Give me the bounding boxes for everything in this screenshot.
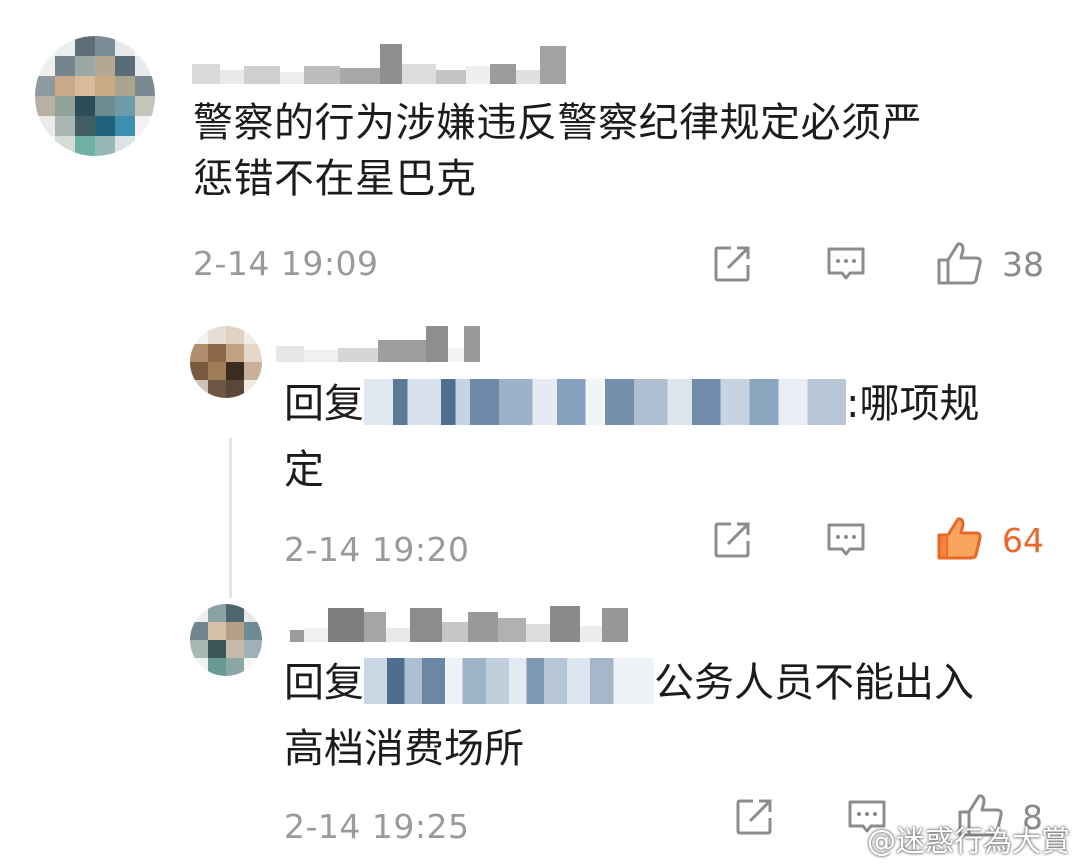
comment-icon[interactable] <box>825 243 867 285</box>
avatar[interactable] <box>190 604 262 676</box>
watermark: @迷惑行為大賞 <box>827 818 1070 860</box>
reply-prefix: 回复 <box>284 660 364 706</box>
like-count: 64 <box>1002 521 1044 560</box>
reply-thread-line <box>229 438 232 598</box>
thumbs-up-icon[interactable] <box>936 515 984 561</box>
weibo-logo-icon <box>827 827 860 853</box>
reply-text-line: 高档消费场所 <box>284 726 524 772</box>
comment-icon[interactable] <box>825 519 867 561</box>
username-blurred[interactable] <box>192 36 566 84</box>
comment-text: 警察的行为涉嫌违反警察纪律规定必须严 惩错不在星巴克 <box>193 95 922 207</box>
like-count: 38 <box>1002 245 1044 284</box>
reply-text-line: 定 <box>284 447 324 493</box>
share-icon[interactable] <box>711 243 753 285</box>
username-blurred[interactable] <box>290 604 628 642</box>
comment-text-line: 惩错不在星巴克 <box>193 156 477 202</box>
comment-text-line: 警察的行为涉嫌违反警察纪律规定必须严 <box>193 100 922 146</box>
share-icon[interactable] <box>711 519 753 561</box>
timestamp: 2-14 19:20 <box>284 530 470 569</box>
watermark-text: @迷惑行為大賞 <box>866 824 1070 858</box>
reply-suffix: :哪项规 <box>846 381 980 427</box>
username-blurred[interactable] <box>276 324 480 362</box>
avatar[interactable] <box>35 36 155 156</box>
mention-blurred[interactable] <box>364 658 654 704</box>
mention-blurred[interactable] <box>364 379 846 425</box>
reply-prefix: 回复 <box>284 381 364 427</box>
reply-text: 回复 公务人员不能出入 高档消费场所 <box>284 650 1044 782</box>
timestamp: 2-14 19:25 <box>284 807 470 846</box>
avatar[interactable] <box>190 326 262 398</box>
thumbs-up-icon[interactable] <box>936 240 984 286</box>
share-icon[interactable] <box>733 796 775 838</box>
timestamp: 2-14 19:09 <box>193 244 379 283</box>
reply-suffix: 公务人员不能出入 <box>654 660 974 706</box>
reply-text: 回复 :哪项规 定 <box>284 371 1044 503</box>
